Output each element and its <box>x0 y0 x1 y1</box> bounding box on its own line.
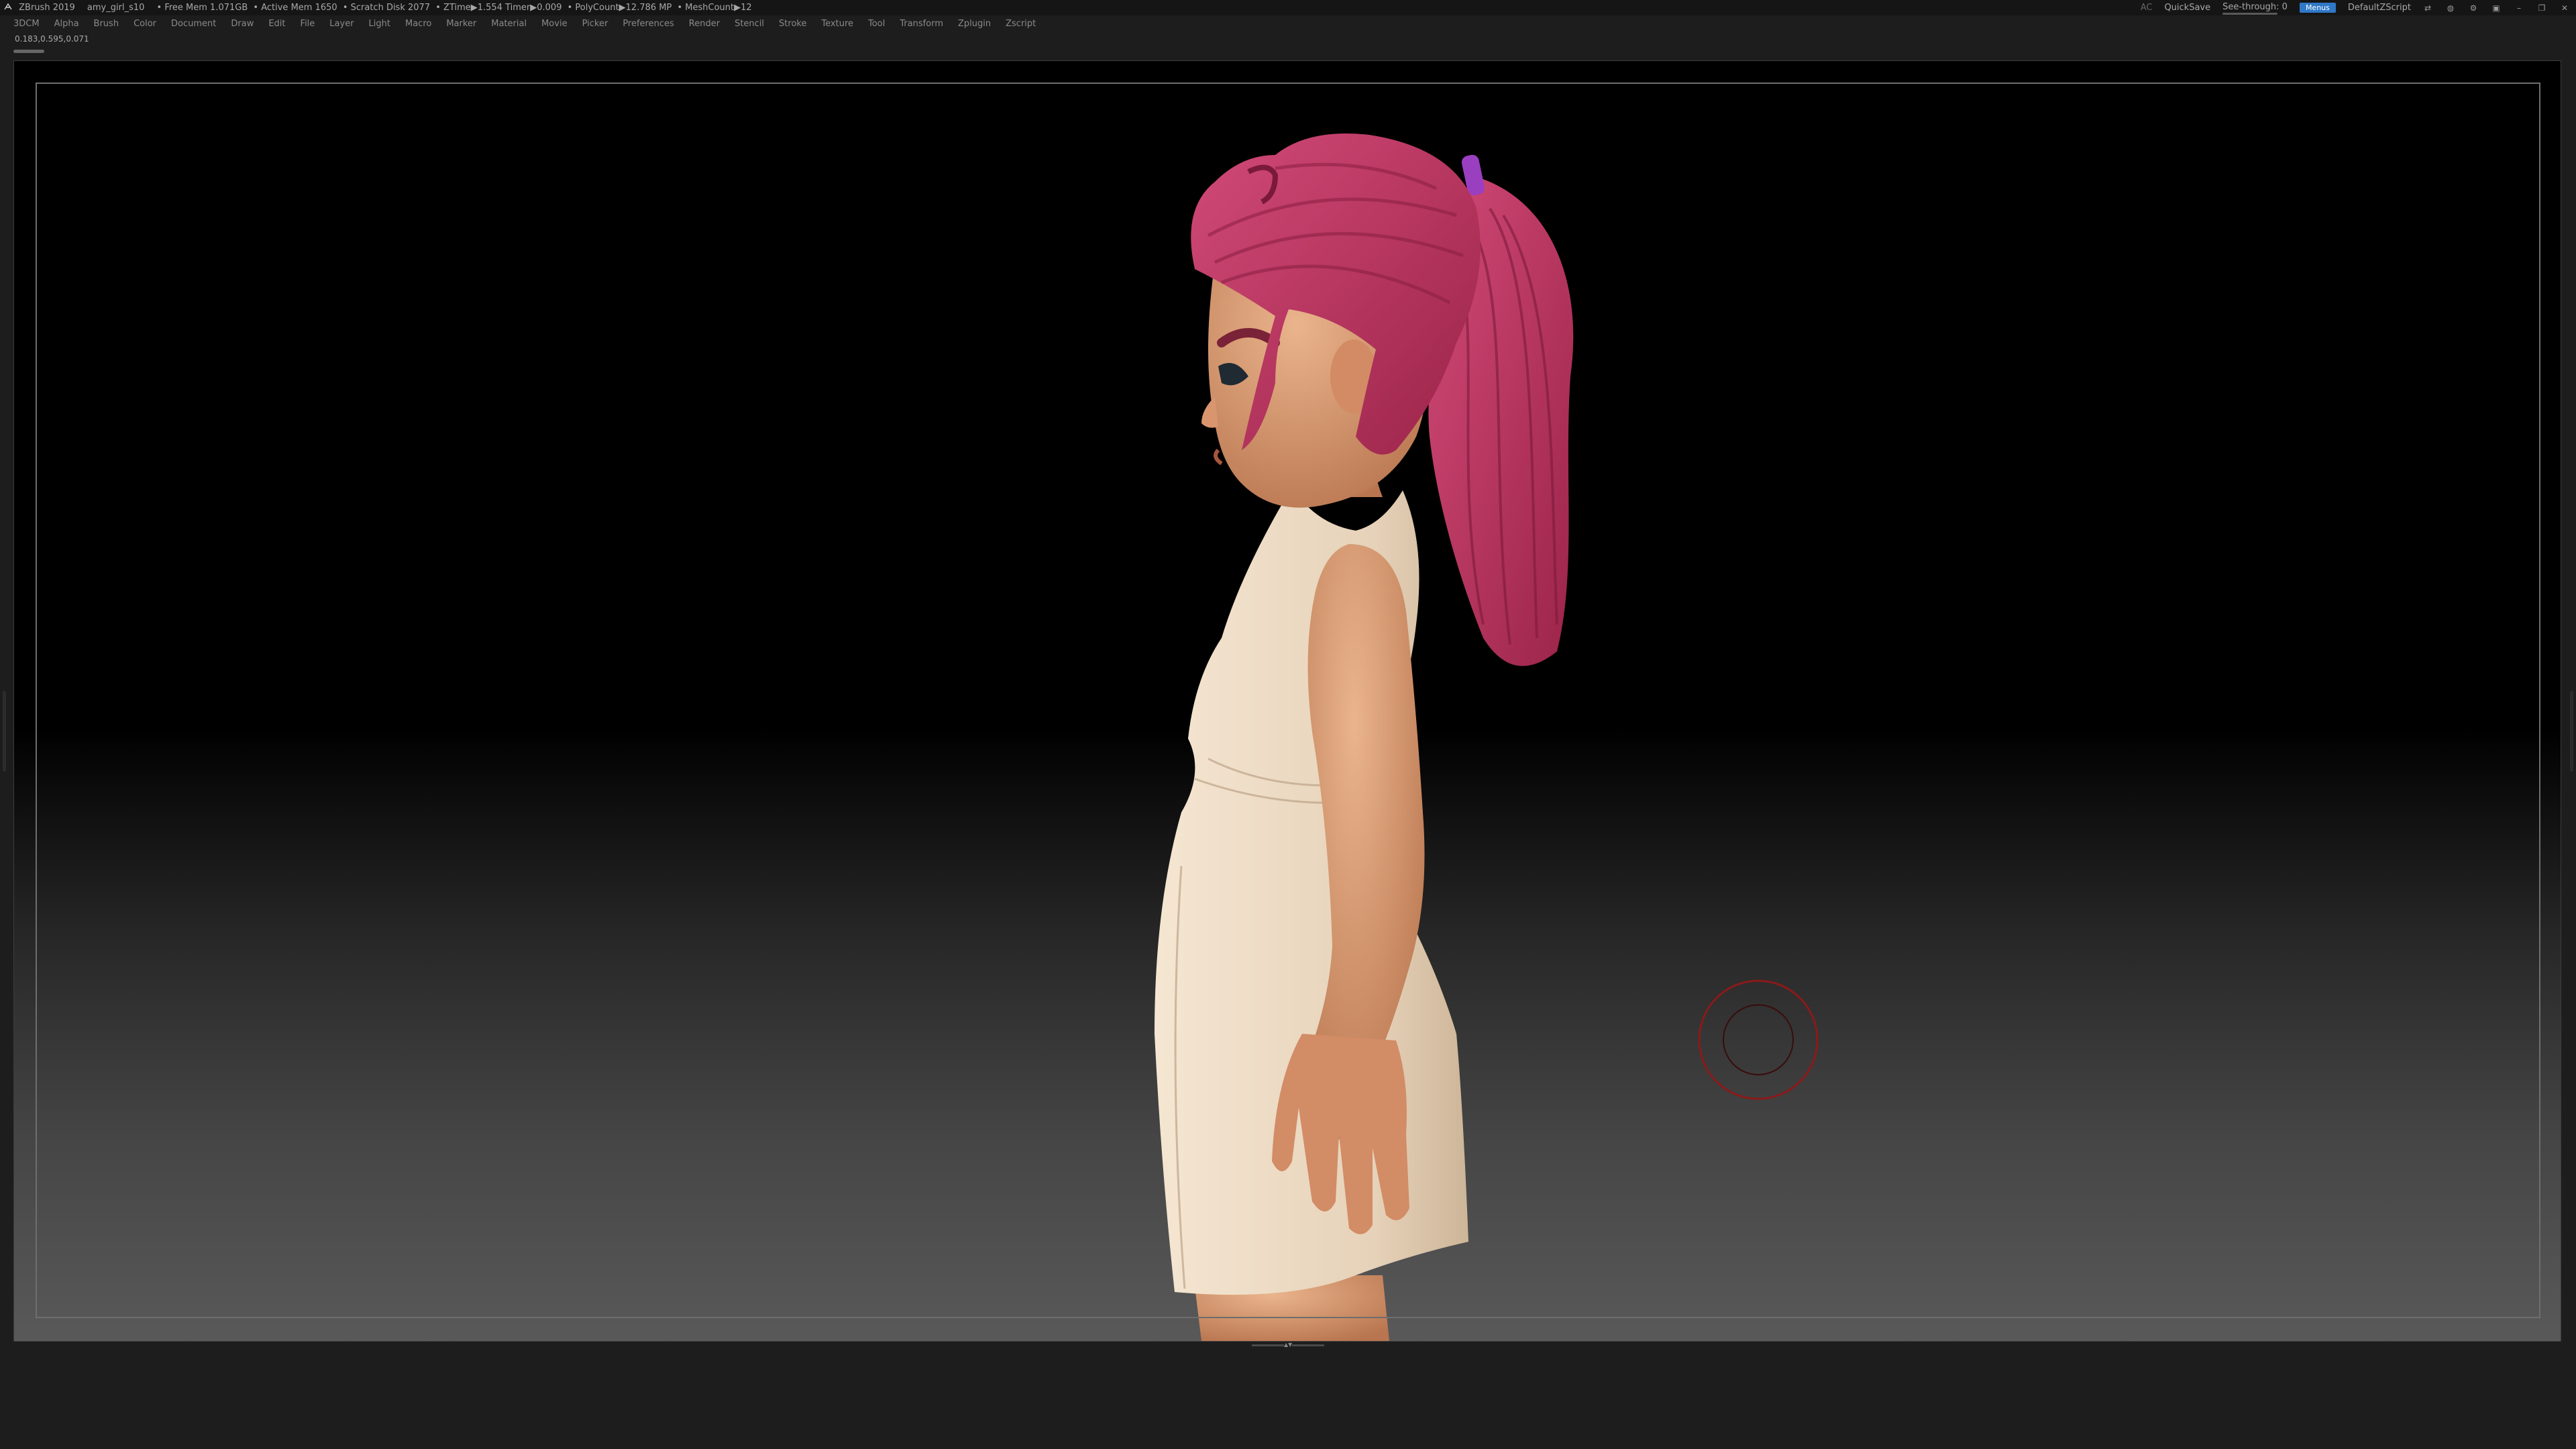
menu-item-stencil[interactable]: Stencil <box>735 15 764 33</box>
camera-icon[interactable]: ◍ <box>2446 3 2455 13</box>
lock-icon[interactable]: ▣ <box>2491 3 2501 13</box>
menu-item-stroke[interactable]: Stroke <box>779 15 806 33</box>
menu-item-file[interactable]: File <box>301 15 315 33</box>
see-through-track <box>2222 13 2278 15</box>
menu-item-zplugin[interactable]: Zplugin <box>958 15 991 33</box>
menu-item-render[interactable]: Render <box>689 15 720 33</box>
minimize-icon[interactable]: – <box>2514 3 2524 13</box>
stat-active-mem: • Active Mem 1650 <box>253 3 337 13</box>
menu-item-macro[interactable]: Macro <box>405 15 431 33</box>
menu-item-texture[interactable]: Texture <box>821 15 853 33</box>
menu-item-light[interactable]: Light <box>369 15 390 33</box>
window-controls: ⇄ ◍ ⚙ ▣ – ❐ ✕ <box>2423 3 2569 13</box>
menus-button[interactable]: Menus <box>2299 3 2336 13</box>
brush-cursor-inner <box>1723 1004 1794 1075</box>
expand-arrow-icon[interactable]: ▲▼ <box>1284 1342 1292 1348</box>
right-tray-handle[interactable] <box>2570 691 2573 771</box>
zbrush-logo-icon[interactable] <box>4 3 12 11</box>
menu-item-preferences[interactable]: Preferences <box>623 15 674 33</box>
menu-item-movie[interactable]: Movie <box>541 15 567 33</box>
stat-scratch-disk: • Scratch Disk 2077 <box>342 3 431 13</box>
menu-item-tool[interactable]: Tool <box>868 15 885 33</box>
menu-item-edit[interactable]: Edit <box>268 15 285 33</box>
bottom-handle-line-left <box>1252 1344 1284 1346</box>
lips <box>1214 448 1223 466</box>
top-shelf-scroll-handle[interactable] <box>13 50 44 53</box>
menu-items: 3DCM Alpha Brush Color Document Draw Edit File L… <box>13 15 1036 33</box>
menu-item-zscript[interactable]: Zscript <box>1006 15 1036 33</box>
document-canvas[interactable] <box>13 60 2561 1342</box>
project-name: amy_girl_s10 <box>87 3 145 13</box>
menu-item-material[interactable]: Material <box>491 15 527 33</box>
default-zscript-button[interactable]: DefaultZScript <box>2348 0 2411 15</box>
title-bar: ZBrush 2019 amy_girl_s10 • Free Mem 1.07… <box>0 0 2576 15</box>
quicksave-button[interactable]: QuickSave <box>2164 0 2210 15</box>
see-through-label: See-through <box>2222 2 2277 12</box>
menu-bar: 3DCM Alpha Brush Color Document Draw Edit File L… <box>0 15 2576 33</box>
bottom-shelf-handle[interactable]: ▲▼ <box>1245 1342 1331 1348</box>
close-icon[interactable]: ✕ <box>2560 3 2569 13</box>
tools-icon[interactable]: ⚙ <box>2469 3 2478 13</box>
figure-render <box>1155 133 1819 1341</box>
stat-polycount: • PolyCount▶12.786 MP <box>567 3 672 13</box>
menu-item-picker[interactable]: Picker <box>582 15 608 33</box>
title-bar-right: AC QuickSave See-through: 0 Menus Defaul… <box>2141 0 2569 15</box>
left-tray-handle[interactable] <box>3 691 6 771</box>
brush-cursor <box>1698 979 1819 1100</box>
stat-ztime: • ZTime▶1.554 Timer▶0.009 <box>435 3 562 13</box>
menu-item-brush[interactable]: Brush <box>94 15 119 33</box>
coords-readout: 0.183,0.595,0.071 <box>15 34 89 44</box>
ac-button[interactable]: AC <box>2141 0 2153 15</box>
app-name: ZBrush 2019 <box>19 3 75 13</box>
menu-item-draw[interactable]: Draw <box>231 15 254 33</box>
restore-icon[interactable]: ❐ <box>2537 3 2546 13</box>
menu-item-alpha[interactable]: Alpha <box>54 15 79 33</box>
menu-item-3dcm[interactable]: 3DCM <box>13 15 40 33</box>
stat-meshcount: • MeshCount▶12 <box>677 3 752 13</box>
menu-item-marker[interactable]: Marker <box>446 15 476 33</box>
swap-icon[interactable]: ⇄ <box>2423 3 2432 13</box>
stat-free-mem: • Free Mem 1.071GB <box>156 3 248 13</box>
title-bar-left: ZBrush 2019 amy_girl_s10 • Free Mem 1.07… <box>4 0 761 15</box>
see-through-slider[interactable]: See-through: 0 <box>2222 0 2288 16</box>
see-through-value: 0 <box>2282 2 2288 12</box>
menu-item-document[interactable]: Document <box>171 15 216 33</box>
menu-item-transform[interactable]: Transform <box>900 15 943 33</box>
menu-item-color[interactable]: Color <box>133 15 156 33</box>
menu-item-layer[interactable]: Layer <box>329 15 354 33</box>
bottom-handle-line-right <box>1292 1344 1324 1346</box>
